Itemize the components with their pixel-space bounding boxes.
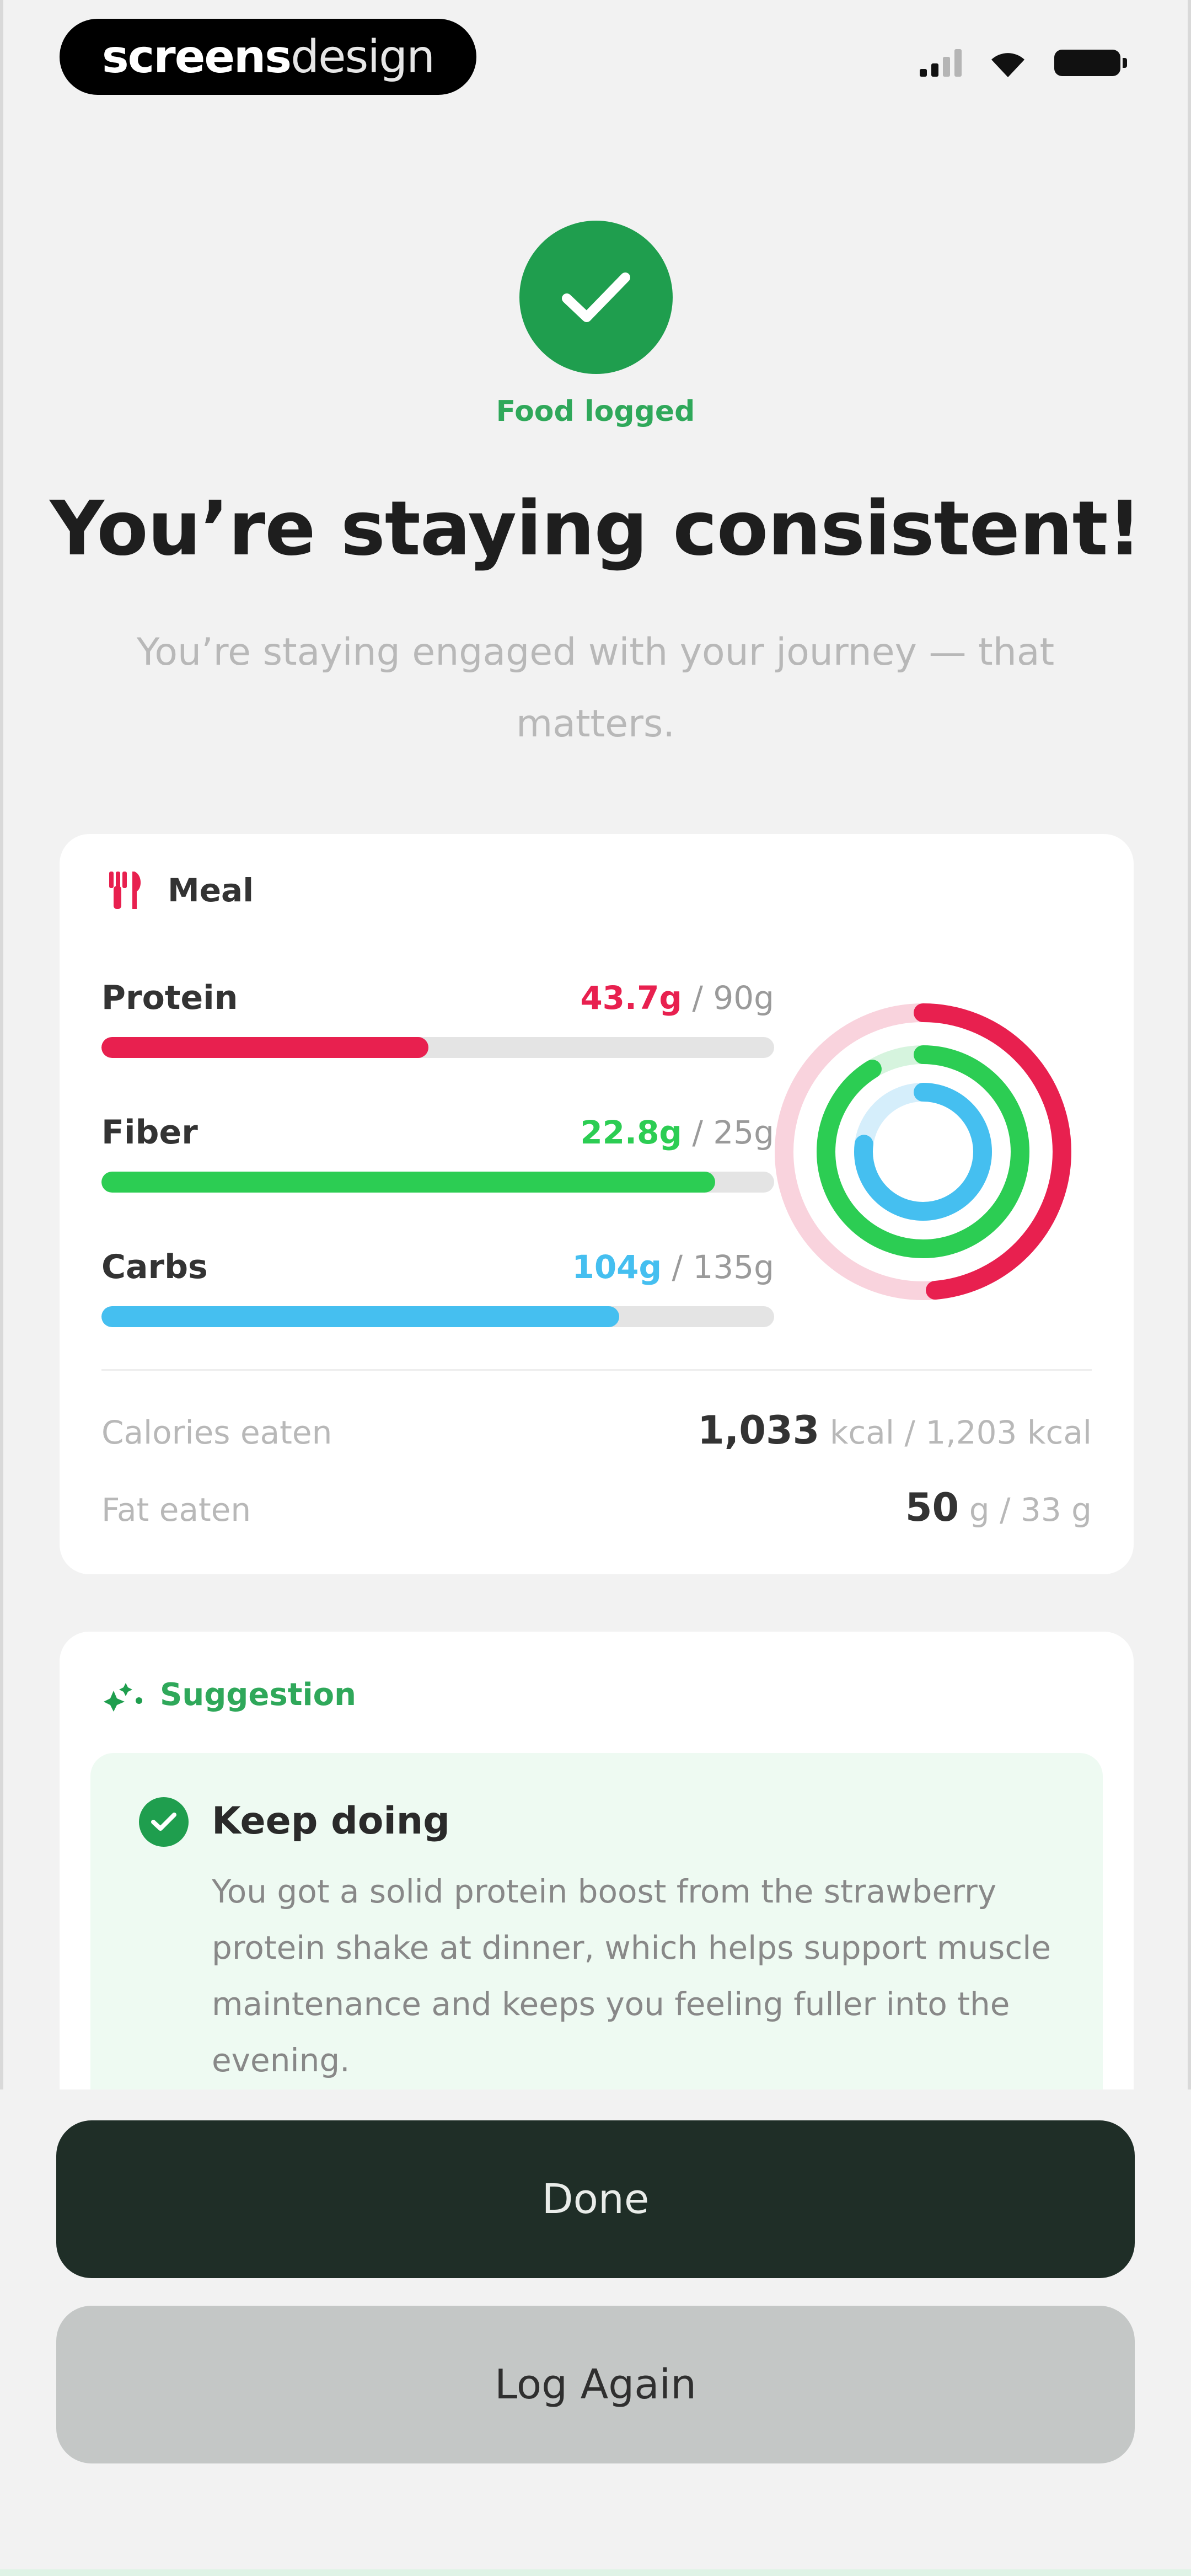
macro-current: 22.8g <box>580 1114 682 1151</box>
done-button[interactable]: Done <box>56 2120 1135 2278</box>
calories-eaten-value: 1,033 <box>697 1408 820 1453</box>
macro-goal: / 90g <box>682 979 774 1017</box>
fat-row: Fat eaten 50 g / 33 g <box>101 1485 1092 1530</box>
macro-protein: Protein 43.7g / 90g <box>101 979 774 1058</box>
calories-unit: kcal / 1,203 kcal <box>819 1414 1092 1451</box>
macro-name: Protein <box>101 979 238 1017</box>
fat-value: 50 g / 33 g <box>905 1485 1092 1530</box>
macro-name: Carbs <box>101 1248 208 1286</box>
macro-value: 104g / 135g <box>572 1248 774 1286</box>
suggestion-header: Suggestion <box>104 1677 356 1713</box>
calories-label: Calories eaten <box>101 1414 332 1451</box>
brand-bold-text: screens <box>101 30 292 83</box>
page-subtitle: You’re staying engaged with your journey… <box>136 630 1055 746</box>
macro-value: 43.7g / 90g <box>580 979 774 1017</box>
macro-progress-fill <box>101 1306 620 1327</box>
cellular-signal-icon <box>920 49 962 77</box>
macro-progress-bar <box>101 1172 774 1193</box>
battery-icon <box>1054 50 1127 76</box>
fat-unit: g / 33 g <box>959 1491 1092 1529</box>
calories-value: 1,033 kcal / 1,203 kcal <box>698 1408 1092 1453</box>
macro-value: 22.8g / 25g <box>580 1114 774 1151</box>
success-check-icon <box>519 221 673 374</box>
fat-eaten-value: 50 <box>905 1485 959 1530</box>
brand-light-text: design <box>291 30 435 83</box>
suggestion-label: Suggestion <box>160 1677 356 1713</box>
fat-label: Fat eaten <box>101 1491 251 1529</box>
divider <box>101 1369 1092 1371</box>
macro-progress-fill <box>101 1172 715 1193</box>
check-circle-icon <box>139 1797 189 1847</box>
macro-goal: / 135g <box>662 1248 774 1286</box>
wifi-icon <box>991 53 1024 77</box>
suggestion-body: You got a solid protein boost from the s… <box>212 1873 1051 2079</box>
macro-rings-chart <box>775 1003 1071 1300</box>
meal-card-label: Meal <box>168 872 254 909</box>
suggestion-title: Keep doing <box>212 1799 450 1843</box>
macro-progress-fill <box>101 1037 428 1058</box>
brand-text: screensdesign <box>101 30 435 83</box>
macro-current: 43.7g <box>580 979 682 1017</box>
bottom-edge <box>0 2569 1191 2576</box>
macro-goal: / 25g <box>682 1114 774 1151</box>
macro-progress-bar <box>101 1306 774 1327</box>
meal-card-header: Meal <box>106 869 254 911</box>
macro-current: 104g <box>572 1248 662 1286</box>
macro-progress-bar <box>101 1037 774 1058</box>
meal-summary-card: Meal Protein 43.7g / 90g Fiber 22.8g / 2… <box>60 834 1134 1574</box>
macro-carbs: Carbs 104g / 135g <box>101 1248 774 1327</box>
page-title: You’re staying consistent! <box>50 485 1141 573</box>
status-icons <box>920 47 1127 78</box>
macro-name: Fiber <box>101 1113 198 1152</box>
macro-fiber: Fiber 22.8g / 25g <box>101 1113 774 1193</box>
success-label: Food logged <box>496 395 695 428</box>
sparkle-icon <box>104 1682 142 1712</box>
calories-row: Calories eaten 1,033 kcal / 1,203 kcal <box>101 1408 1092 1453</box>
brand-watermark: screensdesign <box>60 19 476 95</box>
log-again-button[interactable]: Log Again <box>56 2306 1135 2463</box>
fork-knife-icon <box>109 872 141 909</box>
